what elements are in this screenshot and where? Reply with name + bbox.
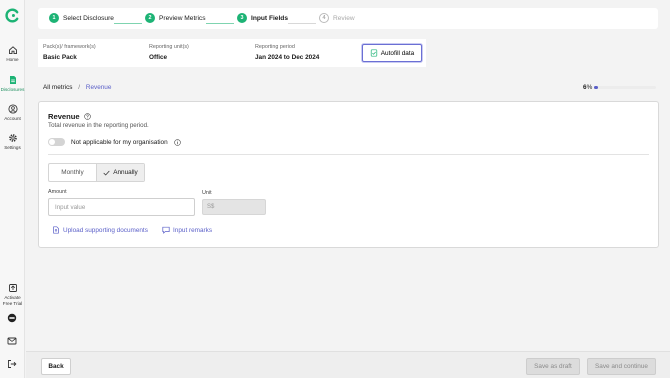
activate-label: Activate [4, 295, 21, 300]
step-label: Preview Metrics [159, 14, 206, 22]
metric-title: Revenue [48, 112, 91, 121]
breadcrumb-separator: / [78, 84, 81, 91]
step-connector [206, 23, 234, 24]
step-number: 2 [145, 13, 155, 23]
frequency-option-label: Monthly [61, 169, 84, 176]
step-connector [288, 23, 316, 24]
info-icon[interactable] [173, 138, 181, 146]
autofill-icon [370, 49, 377, 57]
upload-documents-link[interactable]: Upload supporting documents [52, 226, 148, 234]
not-applicable-row: Not applicable for my organisation [48, 138, 181, 146]
amount-label: Amount [48, 189, 67, 195]
sidebar-item-account[interactable]: Account [0, 104, 25, 122]
step-select-disclosure[interactable]: 1 Select Disclosure [49, 13, 114, 23]
unit-label: Unit [202, 190, 212, 196]
pack-label: Pack(s)/ framework(s) [43, 44, 96, 50]
progress-track [594, 86, 657, 89]
breadcrumb: All metrics / Revenue [43, 84, 111, 91]
sidebar-item-home[interactable]: Home [0, 45, 25, 63]
frequency-annually[interactable]: Annually [96, 164, 144, 181]
free-trial-label: Free Trial [2, 300, 23, 306]
back-button[interactable]: Back [41, 358, 71, 375]
sidebar: Home Disclosures Account Settings Activa… [0, 0, 25, 378]
sidebar-item-label: Account [4, 116, 21, 121]
metric-title-text: Revenue [48, 112, 80, 121]
not-applicable-toggle[interactable] [48, 138, 65, 146]
chat-support-icon[interactable] [7, 313, 17, 323]
unit-field: S$ [202, 199, 266, 215]
account-icon [7, 104, 18, 114]
autofill-data-button[interactable]: Autofill data [362, 44, 422, 62]
comment-icon [162, 226, 170, 234]
input-remarks-link[interactable]: Input remarks [162, 226, 212, 234]
step-connector [114, 23, 142, 24]
app-logo-icon[interactable] [5, 8, 20, 23]
save-and-continue-button[interactable]: Save and continue [587, 358, 656, 375]
autofill-label: Autofill data [380, 49, 415, 57]
step-preview-metrics[interactable]: 2 Preview Metrics [145, 13, 206, 23]
progress-stepper: 1 Select Disclosure 2 Preview Metrics 3 … [38, 8, 658, 29]
sidebar-item-label: Home [6, 57, 19, 62]
sidebar-item-label: Disclosures [0, 87, 25, 92]
document-icon [9, 76, 16, 84]
step-label: Review [333, 14, 355, 22]
reporting-period-label: Reporting period [255, 44, 295, 50]
sidebar-item-settings[interactable]: Settings [0, 133, 25, 151]
progress-percent: 6% [583, 84, 592, 91]
save-as-draft-button[interactable]: Save as draft [526, 358, 580, 375]
reporting-period-value: Jan 2024 to Dec 2024 [255, 54, 320, 61]
reporting-unit-value: Office [149, 54, 168, 61]
upload-documents-label: Upload supporting documents [63, 226, 148, 234]
breadcrumb-all-metrics[interactable]: All metrics [43, 84, 72, 91]
step-label: Input Fields [251, 14, 288, 22]
frequency-selector: Monthly Annually [48, 163, 145, 182]
gift-icon [8, 284, 17, 292]
step-label: Select Disclosure [63, 14, 114, 22]
activate-free-trial-button[interactable]: Activate Free Trial [0, 283, 25, 306]
period-info: Reporting period Jan 2024 to Dec 2024 [255, 44, 319, 61]
pack-value: Basic Pack [43, 54, 77, 61]
step-review: 4 Review [319, 13, 355, 23]
sidebar-item-label: Settings [4, 145, 21, 150]
completion-progress: 6% [583, 84, 657, 91]
progress-unit: % [586, 84, 593, 91]
metric-card: Revenue Total revenue in the reporting p… [38, 101, 659, 248]
metric-description: Total revenue in the reporting period. [48, 122, 149, 129]
help-icon[interactable] [83, 113, 91, 120]
check-icon [103, 170, 110, 176]
step-number: 4 [319, 13, 329, 23]
gear-icon [8, 134, 17, 142]
upload-document-icon [53, 226, 59, 234]
step-input-fields[interactable]: 3 Input Fields [237, 13, 288, 23]
progress-fill [594, 86, 598, 89]
amount-input[interactable] [48, 198, 195, 216]
input-remarks-label: Input remarks [173, 226, 213, 234]
pack-info: Pack(s)/ framework(s) Basic Pack [43, 44, 96, 61]
breadcrumb-current: Revenue [85, 84, 112, 91]
toggle-knob [49, 139, 55, 145]
frequency-monthly[interactable]: Monthly [49, 164, 96, 181]
not-applicable-label: Not applicable for my organisation [71, 138, 168, 146]
mail-icon[interactable] [7, 336, 17, 346]
step-number: 3 [237, 13, 247, 23]
step-number: 1 [49, 13, 59, 23]
footer-bar: Back Save as draft Save and continue [26, 351, 670, 378]
frequency-option-label: Annually [113, 169, 138, 176]
reporting-unit-label: Reporting unit(s) [149, 44, 189, 50]
sidebar-item-disclosures[interactable]: Disclosures [0, 75, 25, 93]
logout-icon[interactable] [7, 359, 17, 369]
divider [48, 154, 649, 155]
unit-info: Reporting unit(s) Office [149, 44, 189, 61]
reporting-info-bar: Pack(s)/ framework(s) Basic Pack Reporti… [38, 39, 426, 67]
home-icon [8, 46, 17, 55]
